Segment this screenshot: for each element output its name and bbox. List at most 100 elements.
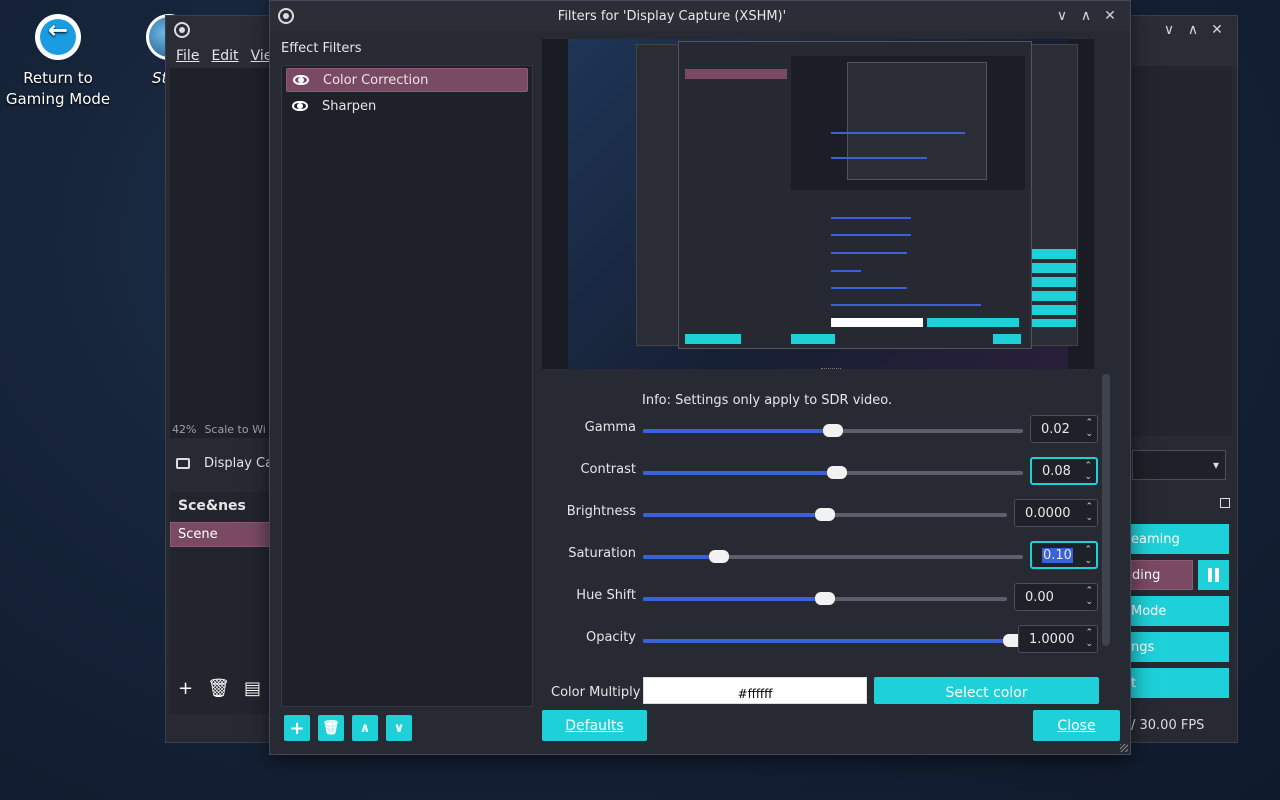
return-label-line2: Gaming Mode xyxy=(5,90,111,108)
minimize-icon[interactable]: ∨ xyxy=(1050,8,1074,24)
visibility-eye-icon[interactable] xyxy=(292,101,308,111)
source-row[interactable]: Display Cap xyxy=(176,456,281,471)
visibility-eye-icon[interactable] xyxy=(293,75,309,85)
zoom-level: 42% xyxy=(172,423,197,436)
preview-status-bar: 42% Scale to Wi xyxy=(172,423,266,441)
slider-fill xyxy=(643,513,825,517)
fps-status: / 30.00 FPS xyxy=(1131,718,1205,733)
maximize-icon[interactable]: ∧ xyxy=(1074,8,1098,24)
setting-spinbox-saturation[interactable]: 0.10 ⌃ ⌄ xyxy=(1030,541,1098,569)
filter-item-sharpen[interactable]: Sharpen xyxy=(286,94,528,118)
spinbox-value: 0.10 xyxy=(1042,547,1073,563)
studio-mode-button[interactable]: Mode xyxy=(1131,596,1229,626)
setting-slider-contrast[interactable] xyxy=(643,466,1023,479)
move-filter-up-button[interactable]: ∧ xyxy=(352,715,378,741)
close-button[interactable]: Close xyxy=(1033,710,1120,741)
setting-spinbox-opacity[interactable]: 1.0000 ⌃ ⌄ xyxy=(1018,625,1098,653)
setting-spinbox-contrast[interactable]: 0.08 ⌃ ⌄ xyxy=(1030,457,1098,485)
delete-scene-icon[interactable]: 🗑 xyxy=(207,678,230,699)
splitter-handle[interactable] xyxy=(821,368,841,371)
spinbox-arrows-icon[interactable]: ⌃ ⌄ xyxy=(1085,586,1093,608)
pause-recording-button[interactable] xyxy=(1198,560,1229,590)
maximize-icon[interactable]: ∧ xyxy=(1181,22,1205,38)
filters-dialog-titlebar: Filters for 'Display Capture (XSHM)' ∨ ∧… xyxy=(270,1,1130,31)
slider-fill xyxy=(643,597,825,601)
obs-logo-icon xyxy=(174,22,190,38)
return-to-gaming-mode-icon[interactable]: ← Return to Gaming Mode xyxy=(0,14,118,110)
filter-label: Sharpen xyxy=(322,98,377,114)
close-icon[interactable]: ✕ xyxy=(1205,22,1229,38)
settings-label: ngs xyxy=(1131,639,1155,655)
spinbox-value: 0.08 xyxy=(1042,463,1071,479)
slider-handle[interactable] xyxy=(815,508,835,521)
setting-spinbox-hue-shift[interactable]: 0.00 ⌃ ⌄ xyxy=(1014,583,1098,611)
menu-file[interactable]: File xyxy=(176,48,199,64)
setting-label-brightness: Brightness xyxy=(566,504,636,519)
setting-slider-hue-shift[interactable] xyxy=(643,592,1007,605)
sdr-info-text: Info: Settings only apply to SDR video. xyxy=(642,393,893,408)
setting-label-contrast: Contrast xyxy=(580,462,636,477)
start-streaming-button[interactable]: eaming xyxy=(1131,524,1229,554)
defaults-button[interactable]: Defaults xyxy=(542,710,647,741)
setting-label-opacity: Opacity xyxy=(585,630,636,645)
setting-label-hue-shift: Hue Shift xyxy=(576,588,636,603)
exit-button[interactable]: t xyxy=(1131,668,1229,698)
setting-slider-opacity[interactable] xyxy=(643,634,1023,647)
move-filter-down-button[interactable]: ∨ xyxy=(386,715,412,741)
close-icon[interactable]: ✕ xyxy=(1098,8,1122,24)
start-streaming-label: eaming xyxy=(1131,531,1180,547)
slider-fill xyxy=(643,429,833,433)
filter-list: Color Correction Sharpen xyxy=(281,65,533,707)
dock-float-icon[interactable] xyxy=(1220,498,1230,508)
transition-select[interactable]: ▾ xyxy=(1132,450,1226,480)
pause-icon xyxy=(1208,568,1212,582)
obs-preview-area xyxy=(170,68,270,438)
add-scene-icon[interactable]: + xyxy=(178,678,193,699)
slider-handle[interactable] xyxy=(815,592,835,605)
add-filter-button[interactable]: + xyxy=(284,715,310,741)
filter-preview xyxy=(542,39,1094,369)
back-arrow-icon: ← xyxy=(35,14,81,60)
setting-spinbox-brightness[interactable]: 0.0000 ⌃ ⌄ xyxy=(1014,499,1098,527)
setting-slider-saturation[interactable] xyxy=(643,550,1023,563)
filters-dialog-title: Filters for 'Display Capture (XSHM)' xyxy=(557,8,787,24)
setting-label-gamma: Gamma xyxy=(584,420,636,435)
obs-right-dock xyxy=(1132,66,1232,436)
minimize-icon[interactable]: ∨ xyxy=(1157,22,1181,38)
remove-filter-button[interactable]: 🗑 xyxy=(318,715,344,741)
setting-slider-brightness[interactable] xyxy=(643,508,1007,521)
color-multiply-label: Color Multiply xyxy=(551,685,641,700)
settings-scrollbar[interactable] xyxy=(1102,374,1110,646)
slider-handle[interactable] xyxy=(826,466,847,479)
monitor-icon xyxy=(176,458,190,469)
resize-grip[interactable] xyxy=(1120,744,1128,752)
filter-item-color-correction[interactable]: Color Correction xyxy=(286,68,528,92)
pause-icon-bar xyxy=(1215,568,1219,582)
obs-logo-icon xyxy=(278,8,294,24)
slider-handle[interactable] xyxy=(823,424,843,437)
slider-fill xyxy=(643,639,1023,643)
spinbox-arrows-icon[interactable]: ⌃ ⌄ xyxy=(1084,545,1092,567)
spinbox-arrows-icon[interactable]: ⌃ ⌄ xyxy=(1085,628,1093,650)
spinbox-arrows-icon[interactable]: ⌃ ⌄ xyxy=(1084,461,1092,483)
stop-recording-label: ding xyxy=(1132,567,1161,583)
scene-filter-icon[interactable]: ▤ xyxy=(244,678,261,699)
settings-button[interactable]: ngs xyxy=(1131,632,1229,662)
stop-recording-button[interactable]: ding xyxy=(1131,560,1193,590)
spinbox-arrows-icon[interactable]: ⌃ ⌄ xyxy=(1085,502,1093,524)
scale-label[interactable]: Scale to Wi xyxy=(204,423,265,441)
setting-spinbox-gamma[interactable]: 0.02 ⌃ ⌄ xyxy=(1030,415,1098,443)
filters-dialog: Filters for 'Display Capture (XSHM)' ∨ ∧… xyxy=(269,0,1131,755)
spinbox-arrows-icon[interactable]: ⌃ ⌄ xyxy=(1085,418,1093,440)
spinbox-value: 0.0000 xyxy=(1025,505,1071,521)
slider-fill xyxy=(643,471,837,475)
color-multiply-swatch[interactable]: #ffffff xyxy=(643,677,867,704)
select-color-button[interactable]: Select color xyxy=(874,677,1099,704)
scene-item[interactable]: Scene xyxy=(170,522,270,547)
slider-handle[interactable] xyxy=(709,550,729,563)
filter-label: Color Correction xyxy=(323,72,429,88)
setting-slider-gamma[interactable] xyxy=(643,424,1023,437)
menu-edit[interactable]: Edit xyxy=(211,48,238,64)
slider-fill xyxy=(643,555,719,559)
scenes-title: Sce&nes xyxy=(178,498,246,514)
